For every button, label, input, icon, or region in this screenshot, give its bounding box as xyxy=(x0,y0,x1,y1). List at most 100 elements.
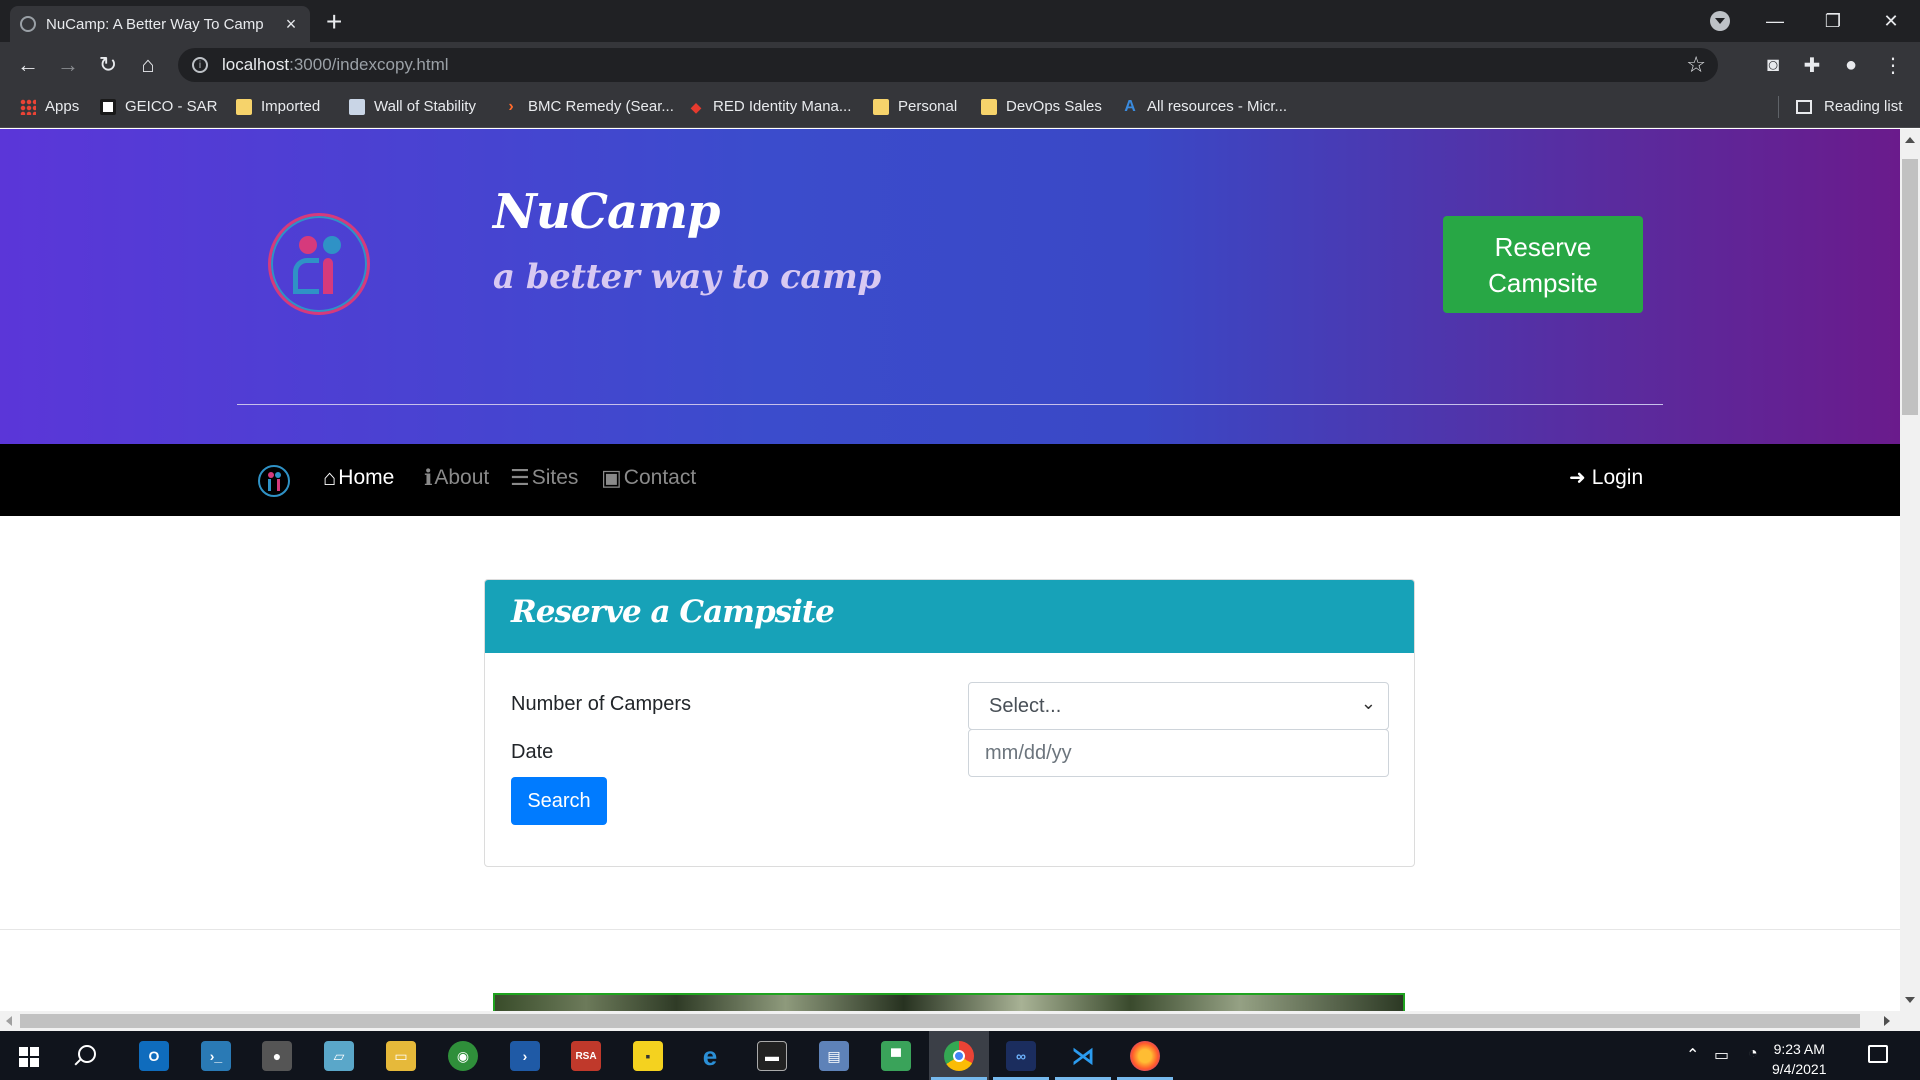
campers-select[interactable]: Select... ⌄ xyxy=(968,682,1389,730)
notes-app-icon[interactable]: ▱ xyxy=(324,1041,354,1071)
forward-icon[interactable]: → xyxy=(48,42,88,88)
home-icon[interactable]: ⌂ xyxy=(128,42,168,88)
network-app-icon[interactable]: ◉ xyxy=(448,1041,478,1071)
browser-tab-bar: NuCamp: A Better Way To Camp × + — ❐ ✕ xyxy=(0,0,1920,42)
search-button-label: Search xyxy=(527,789,591,812)
outlook-icon[interactable]: O xyxy=(139,1041,169,1071)
navbar-logo[interactable] xyxy=(258,465,290,497)
scroll-right-icon[interactable] xyxy=(1884,1016,1890,1026)
clock-date: 9/4/2021 xyxy=(1772,1061,1827,1077)
horizontal-scroll-thumb[interactable] xyxy=(20,1014,1860,1028)
menu-icon[interactable]: ⋮ xyxy=(1880,52,1906,78)
remote-desktop-icon[interactable]: ▤ xyxy=(819,1041,849,1071)
internet-explorer-icon[interactable]: e xyxy=(695,1041,725,1071)
nav-about-label: About xyxy=(434,466,490,489)
bookmark-label: Wall of Stability xyxy=(374,98,476,115)
bookmark-label: Imported xyxy=(261,98,321,115)
windows-start-icon[interactable] xyxy=(19,1047,39,1067)
section-divider xyxy=(0,929,1900,930)
windows-taskbar: O ›_ ● ▱ ▭ ◉ › RSA ▪ e ▬ ▤ ▀ ∞ ⋊ ⌃ ▭ ◔ 9… xyxy=(0,1031,1920,1080)
address-bar[interactable]: i localhost:3000/indexcopy.html ☆ xyxy=(178,48,1718,82)
extensions-icon[interactable]: ✚ xyxy=(1799,52,1825,78)
address-card-icon: ▣ xyxy=(601,465,622,490)
red-identity-icon: ◆ xyxy=(690,98,702,115)
chevron-down-icon: ⌄ xyxy=(1360,693,1376,713)
bookmark-bmc-remedy[interactable]: › BMC Remedy (Sear... xyxy=(503,98,674,115)
close-tab-icon[interactable]: × xyxy=(282,14,300,35)
azure-icon: A xyxy=(1124,97,1136,115)
rsa-icon[interactable]: RSA xyxy=(571,1041,601,1071)
profile-icon[interactable]: ● xyxy=(1838,52,1864,78)
nav-contact[interactable]: ▣ Contact xyxy=(601,465,696,491)
bookmark-apps[interactable]: Apps xyxy=(20,98,79,115)
home-icon: ⌂ xyxy=(323,465,337,490)
bookmark-wall-of-stability[interactable]: Wall of Stability xyxy=(349,98,476,115)
sticky-notes-icon[interactable]: ▪ xyxy=(633,1041,663,1071)
system-clock[interactable]: 9:23 AM 9/4/2021 xyxy=(1772,1039,1827,1079)
browser-tab[interactable]: NuCamp: A Better Way To Camp × xyxy=(10,6,310,42)
scroll-left-icon[interactable] xyxy=(6,1016,12,1026)
bookmark-personal[interactable]: Personal xyxy=(873,98,957,115)
vpn-lock-icon[interactable]: ● xyxy=(262,1041,292,1071)
wifi-icon[interactable]: ◔ xyxy=(1748,1045,1758,1063)
notification-center-icon[interactable] xyxy=(1868,1045,1888,1063)
chrome-taskbar-active[interactable] xyxy=(929,1031,989,1080)
chevron-up-icon[interactable]: ⌃ xyxy=(1686,1045,1699,1065)
restore-icon[interactable]: ❐ xyxy=(1806,0,1860,42)
bookmark-label: All resources - Micr... xyxy=(1147,98,1288,115)
date-field[interactable]: mm/dd/yy xyxy=(968,729,1389,777)
bookmark-all-resources[interactable]: A All resources - Micr... xyxy=(1122,98,1287,115)
citrix-icon[interactable]: ▀ xyxy=(881,1041,911,1071)
browser-toolbar: ← → ↻ ⌂ i localhost:3000/indexcopy.html … xyxy=(0,42,1920,88)
firefox-icon[interactable] xyxy=(1130,1041,1160,1071)
reading-list[interactable]: Reading list xyxy=(1796,98,1902,115)
search-icon[interactable] xyxy=(78,1045,96,1063)
bookmark-star-icon[interactable]: ☆ xyxy=(1686,52,1706,78)
vscode-icon[interactable]: ⋊ xyxy=(1068,1041,1098,1071)
back-icon[interactable]: ← xyxy=(8,42,48,88)
bookmark-red-identity[interactable]: ◆ RED Identity Mana... xyxy=(688,98,852,115)
camera-icon[interactable]: ◙ xyxy=(1760,52,1786,78)
date-placeholder: mm/dd/yy xyxy=(985,741,1072,764)
close-window-icon[interactable]: ✕ xyxy=(1864,0,1918,42)
nav-sites[interactable]: ☰ Sites xyxy=(510,465,578,491)
vertical-scrollbar[interactable] xyxy=(1900,129,1920,1011)
minimize-icon[interactable]: — xyxy=(1748,0,1802,42)
powershell-icon[interactable]: › xyxy=(510,1041,540,1071)
info-icon[interactable]: i xyxy=(192,57,208,73)
folder-icon xyxy=(981,98,997,115)
reserve-campsite-label: Reserve Campsite xyxy=(1488,231,1598,298)
reserve-campsite-card: Reserve a Campsite Number of Campers Sel… xyxy=(484,579,1415,867)
bookmark-geico[interactable]: GEICO - SAR xyxy=(100,98,218,115)
date-label: Date xyxy=(511,741,554,763)
bookmark-label: Personal xyxy=(898,98,958,115)
bookmark-label: DevOps Sales xyxy=(1006,98,1102,115)
nav-home[interactable]: ⌂ Home xyxy=(323,465,394,491)
login-button[interactable]: ➜ Login xyxy=(1569,465,1643,490)
file-explorer-icon[interactable]: ▭ xyxy=(386,1041,416,1071)
scroll-thumb[interactable] xyxy=(1902,159,1918,415)
webex-icon[interactable]: ∞ xyxy=(1006,1041,1036,1071)
bookmark-devops-sales[interactable]: DevOps Sales xyxy=(981,98,1102,115)
chrome-icon xyxy=(944,1040,974,1071)
scroll-down-icon[interactable] xyxy=(1905,997,1915,1003)
battery-icon[interactable]: ▭ xyxy=(1714,1045,1729,1065)
remote-console-icon[interactable]: ›_ xyxy=(201,1041,231,1071)
url-path: :3000/indexcopy.html xyxy=(289,55,449,74)
tab-search-icon[interactable] xyxy=(1710,11,1730,31)
scroll-up-icon[interactable] xyxy=(1905,137,1915,143)
nav-about[interactable]: ℹ About xyxy=(424,465,489,491)
new-tab-button[interactable]: + xyxy=(326,6,342,38)
reserve-campsite-button[interactable]: Reserve Campsite xyxy=(1443,216,1643,313)
nav-sites-label: Sites xyxy=(531,466,579,489)
tab-title: NuCamp: A Better Way To Camp xyxy=(46,15,264,33)
search-button[interactable]: Search xyxy=(511,777,607,825)
terminal-icon[interactable]: ▬ xyxy=(757,1041,787,1071)
campers-label: Number of Campers xyxy=(511,693,692,715)
horizontal-scrollbar[interactable] xyxy=(0,1011,1920,1031)
reload-icon[interactable]: ↻ xyxy=(88,42,128,88)
main-navbar: ⌂ Home ℹ About ☰ Sites ▣ Contact ➜ Login xyxy=(0,444,1900,516)
bookmark-imported[interactable]: Imported xyxy=(236,98,320,115)
folder-icon xyxy=(236,98,252,115)
bookmark-label: BMC Remedy (Sear... xyxy=(528,98,674,115)
